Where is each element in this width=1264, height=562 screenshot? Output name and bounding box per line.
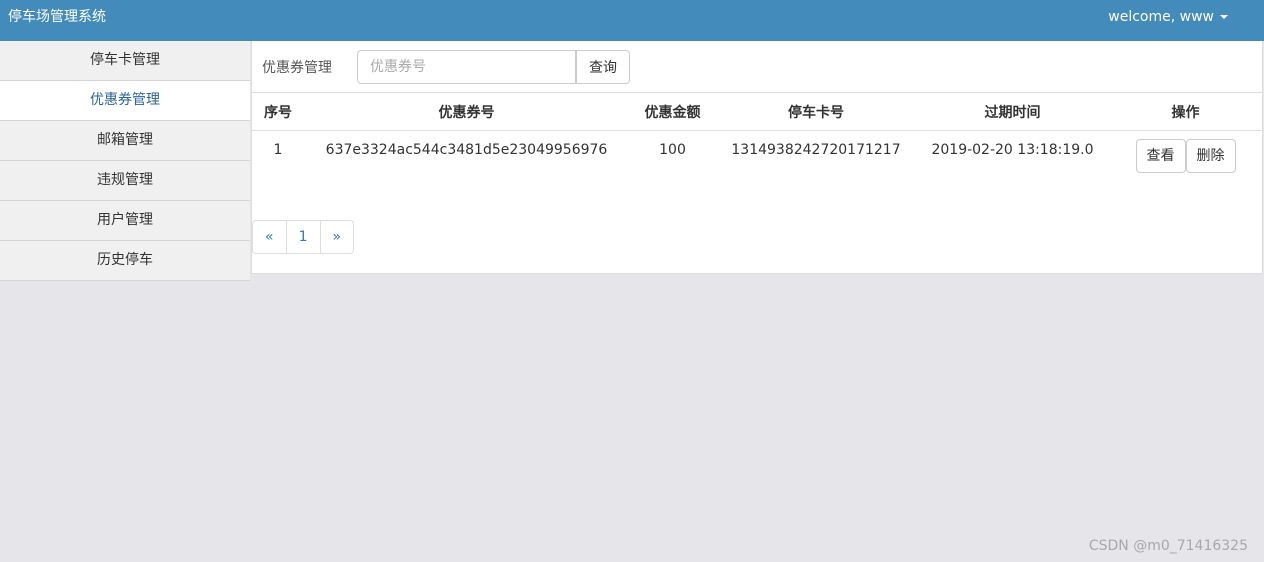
sidebar-item-coupon[interactable]: 优惠券管理 [0, 81, 250, 121]
watermark: CSDN @m0_71416325 [1088, 538, 1248, 554]
pagination: « 1 » [252, 220, 355, 254]
page-1-button[interactable]: 1 [285, 220, 321, 254]
sidebar: 停车卡管理 优惠券管理 邮箱管理 违规管理 用户管理 历史停车 [0, 41, 250, 281]
sidebar-item-history[interactable]: 历史停车 [0, 241, 250, 281]
column-header-amount: 优惠金额 [629, 93, 716, 131]
cell-actions: 查看 删除 [1109, 131, 1262, 183]
column-header-index: 序号 [252, 93, 304, 131]
sidebar-item-mailbox[interactable]: 邮箱管理 [0, 121, 250, 161]
table-row: 1 637e3324ac544c3481d5e23049956976 100 1… [252, 131, 1262, 183]
view-button[interactable]: 查看 [1135, 139, 1186, 173]
sidebar-item-parking-card[interactable]: 停车卡管理 [0, 41, 250, 81]
table-header-row: 序号 优惠券号 优惠金额 停车卡号 过期时间 操作 [252, 93, 1262, 131]
column-header-card-no: 停车卡号 [716, 93, 916, 131]
app-title[interactable]: 停车场管理系统 [8, 0, 106, 34]
delete-button[interactable]: 删除 [1185, 139, 1236, 173]
cell-index: 1 [273, 142, 283, 158]
coupon-search-input[interactable] [357, 50, 576, 84]
user-menu-label: welcome, www [1108, 9, 1214, 25]
sidebar-item-violation[interactable]: 违规管理 [0, 161, 250, 201]
column-header-coupon-no: 优惠券号 [304, 93, 629, 131]
cell-amount: 100 [659, 142, 686, 158]
top-navbar: 停车场管理系统 welcome, www [0, 0, 1264, 41]
column-header-expire-time: 过期时间 [916, 93, 1109, 131]
sidebar-item-users[interactable]: 用户管理 [0, 201, 250, 241]
page-next-button[interactable]: » [319, 220, 355, 254]
user-menu[interactable]: welcome, www [1108, 0, 1228, 34]
page-prev-button[interactable]: « [252, 220, 287, 254]
column-header-actions: 操作 [1109, 93, 1262, 131]
cell-coupon-no: 637e3324ac544c3481d5e23049956976 [325, 142, 608, 158]
coupon-table: 序号 优惠券号 优惠金额 停车卡号 过期时间 操作 1 637e3324ac54… [252, 93, 1262, 182]
search-button[interactable]: 查询 [576, 50, 630, 84]
cell-expire-time: 2019-02-20 13:18:19.0 [931, 142, 1094, 158]
coupon-panel: 优惠券管理 查询 序号 优惠券号 优惠金额 停车卡号 过期时间 操作 1 [251, 41, 1263, 274]
cell-card-no: 1314938242720171217 [731, 142, 901, 158]
search-label: 优惠券管理 [262, 60, 332, 76]
caret-down-icon [1220, 15, 1228, 19]
